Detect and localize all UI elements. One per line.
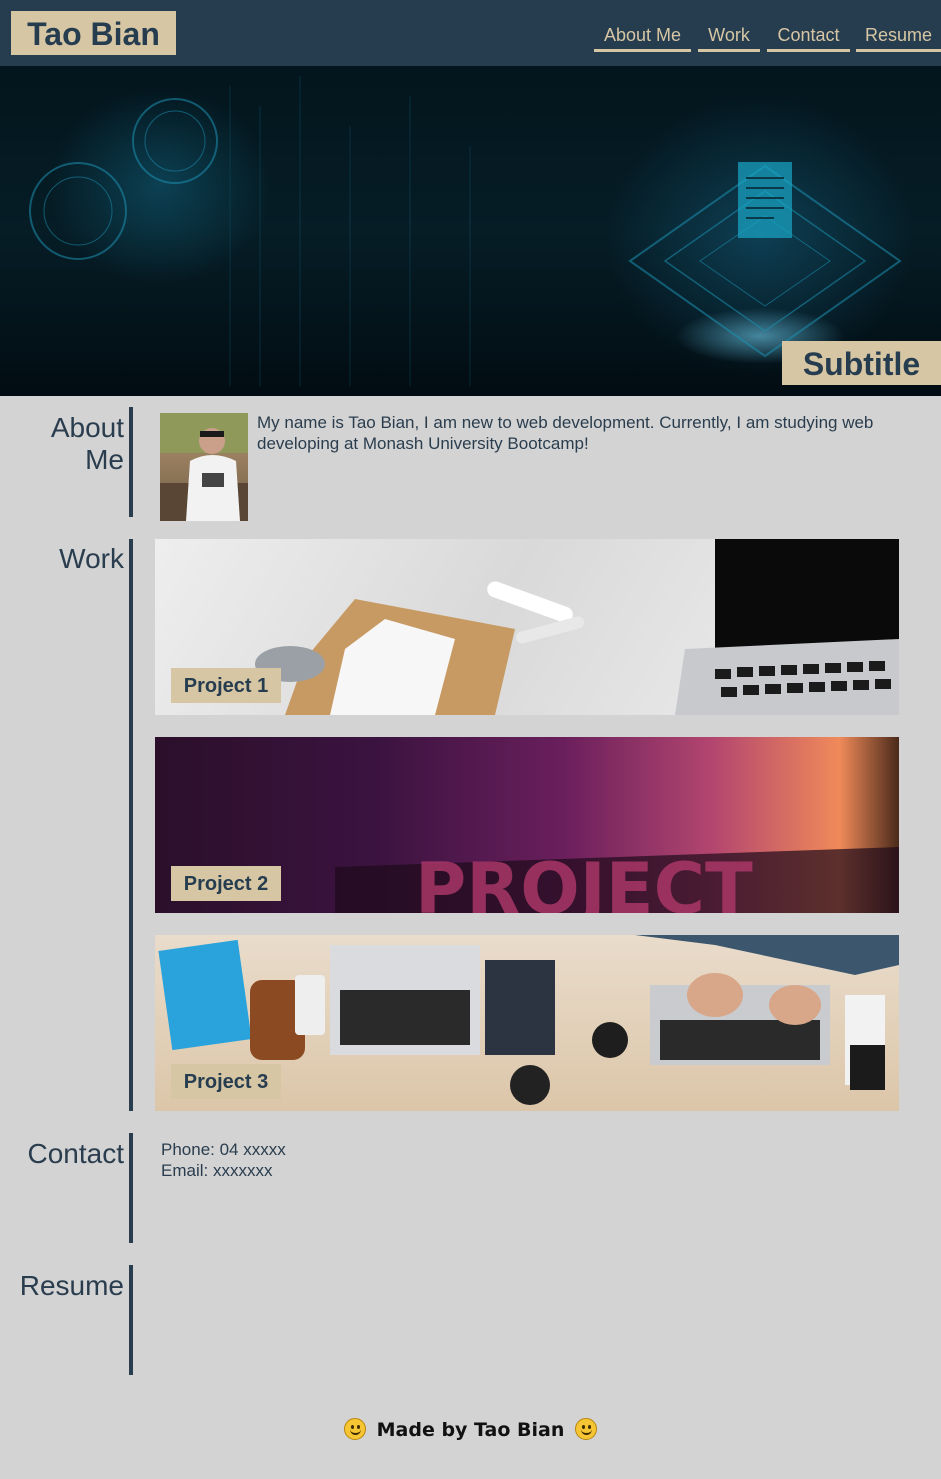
nav-contact[interactable]: Contact	[767, 22, 850, 52]
resume-heading: Resume	[19, 1270, 124, 1301]
smiley-icon	[575, 1418, 598, 1440]
hero-subtitle: Subtitle	[782, 341, 941, 385]
project-card-2[interactable]: PROJECT Project 2	[155, 737, 899, 913]
contact-details: Phone: 04 xxxxx Email: xxxxxxx	[161, 1139, 286, 1181]
resume-divider	[129, 1265, 133, 1375]
footer-text: Made by Tao Bian	[376, 1419, 565, 1441]
contact-email: Email: xxxxxxx	[161, 1161, 273, 1180]
project-card-3[interactable]: Project 3	[155, 935, 899, 1111]
about-divider	[129, 407, 133, 517]
contact-divider	[129, 1133, 133, 1243]
about-description: My name is Tao Bian, I am new to web dev…	[257, 413, 874, 453]
hero-banner: Subtitle	[0, 66, 941, 396]
project-3-label[interactable]: Project 3	[171, 1064, 281, 1099]
contact-heading: Contact	[27, 1138, 125, 1169]
project-card-1[interactable]: Project 1	[155, 539, 899, 715]
about-heading-line2: Me	[85, 444, 124, 475]
about-heading: About Me	[51, 412, 124, 476]
profile-photo	[160, 413, 248, 521]
work-divider	[129, 539, 133, 1111]
about-heading-line1: About	[50, 412, 124, 443]
nav-about-me[interactable]: About Me	[594, 22, 691, 52]
work-heading: Work	[59, 543, 124, 574]
site-footer: Made by Tao Bian	[0, 1418, 941, 1441]
nav-work[interactable]: Work	[698, 22, 760, 52]
contact-phone: Phone: 04 xxxxx	[161, 1140, 286, 1159]
smiley-icon	[343, 1418, 366, 1440]
site-logo[interactable]: Tao Bian	[11, 11, 176, 55]
svg-text:PROJECT: PROJECT	[415, 848, 753, 913]
project-2-label[interactable]: Project 2	[171, 866, 281, 901]
project-1-label[interactable]: Project 1	[171, 668, 281, 703]
profile-photo-graphic	[160, 413, 248, 521]
nav-resume[interactable]: Resume	[856, 22, 941, 52]
